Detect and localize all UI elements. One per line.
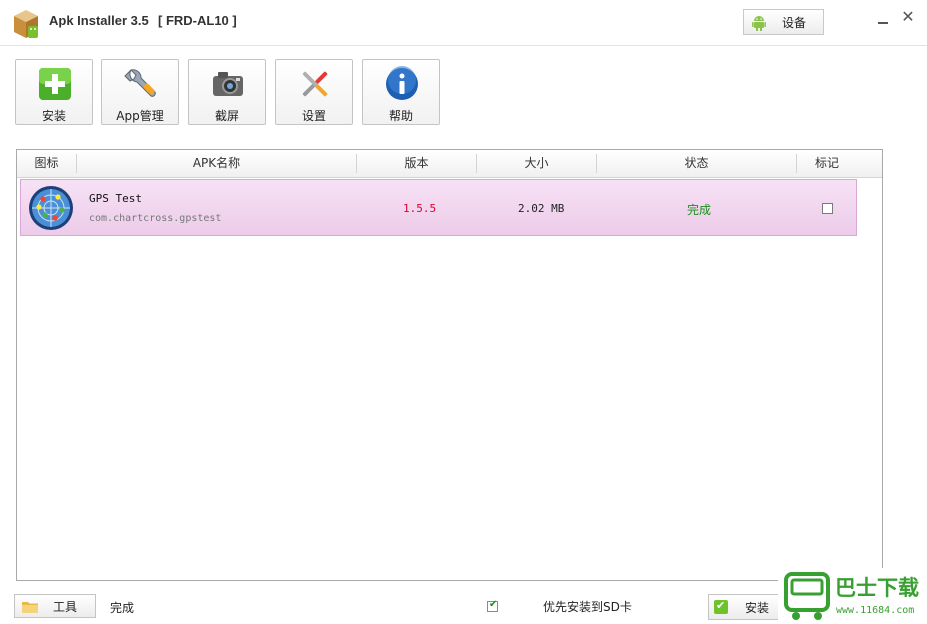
- android-icon: [752, 16, 766, 31]
- close-icon[interactable]: ✕: [901, 9, 915, 25]
- apk-status: 完成: [687, 203, 712, 217]
- app-manage-button-label: App管理: [116, 109, 164, 123]
- install-button[interactable]: 安装: [15, 59, 93, 125]
- status-bar-text: 完成: [110, 601, 135, 615]
- help-button[interactable]: 帮助: [362, 59, 440, 125]
- apk-version: 1.5.5: [403, 202, 437, 215]
- wrench-icon: [124, 69, 156, 97]
- bus-logo-icon: [784, 572, 830, 620]
- column-header-icon[interactable]: 图标: [17, 150, 76, 177]
- app-title: Apk Installer 3.5: [49, 13, 149, 28]
- list-header: 图标 APK名称 版本 大小 状态 标记: [17, 150, 882, 178]
- screenshot-button[interactable]: 截屏: [188, 59, 266, 125]
- tools-button-label: 工具: [53, 600, 78, 614]
- device-button-label: 设备: [782, 16, 807, 30]
- install-to-sd-label: 优先安装到SD卡: [543, 600, 632, 614]
- watermark-url: www.11684.com: [836, 605, 915, 616]
- install-to-sd-checkbox[interactable]: ✔: [487, 599, 498, 612]
- connected-device-name: [ FRD-AL10 ]: [158, 13, 237, 28]
- title-bar: Apk Installer 3.5 [ FRD-AL10 ] 设备 ✕: [0, 0, 927, 44]
- settings-button[interactable]: 设置: [275, 59, 353, 125]
- watermark: 巴士下载 www.11684.com: [778, 568, 927, 624]
- device-button[interactable]: 设备: [743, 9, 824, 35]
- divider: [0, 45, 927, 46]
- apk-list[interactable]: 图标 APK名称 版本 大小 状态 标记 GPS Test com.chartc…: [16, 149, 883, 581]
- apk-name: GPS Test: [89, 192, 142, 205]
- help-button-label: 帮助: [388, 109, 413, 123]
- camera-icon: [213, 72, 243, 96]
- column-header-size[interactable]: 大小: [477, 150, 596, 177]
- info-icon: [386, 66, 418, 100]
- column-header-version[interactable]: 版本: [357, 150, 476, 177]
- folder-icon: [22, 602, 38, 613]
- install-apk-button-label: 安装: [745, 601, 770, 615]
- column-header-apk-name[interactable]: APK名称: [77, 150, 356, 177]
- minimize-icon[interactable]: [876, 12, 890, 26]
- checkmark-icon: ✔: [489, 599, 498, 610]
- tools-button[interactable]: 工具: [14, 594, 96, 618]
- app-manage-button[interactable]: App管理: [101, 59, 179, 125]
- apk-installer-logo-icon: [14, 10, 38, 38]
- apk-size: 2.02 MB: [518, 202, 565, 215]
- column-header-status[interactable]: 状态: [597, 150, 796, 177]
- install-apk-button[interactable]: ✔ 安装: [708, 594, 782, 620]
- watermark-brand: 巴士下载: [835, 576, 919, 600]
- install-plus-icon: [39, 68, 71, 100]
- tools-icon: [302, 71, 328, 97]
- check-icon: ✔: [714, 599, 728, 614]
- column-header-mark[interactable]: 标记: [797, 150, 857, 177]
- apk-package: com.chartcross.gpstest: [89, 213, 222, 224]
- mark-checkbox[interactable]: [822, 203, 833, 214]
- settings-button-label: 设置: [301, 109, 326, 123]
- screenshot-button-label: 截屏: [214, 109, 239, 123]
- install-button-label: 安装: [41, 109, 66, 123]
- gps-radar-icon: [29, 186, 73, 230]
- table-row[interactable]: GPS Test com.chartcross.gpstest 1.5.5 2.…: [20, 179, 857, 236]
